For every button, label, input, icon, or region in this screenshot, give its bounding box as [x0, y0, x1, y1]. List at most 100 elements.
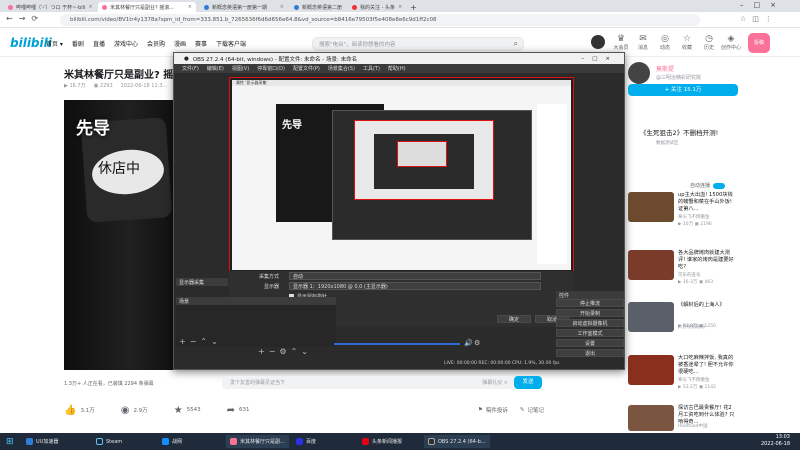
obs-menu-edit[interactable]: 编辑(E): [207, 65, 224, 72]
close-icon[interactable]: ×: [395, 4, 402, 10]
list-item[interactable]: 各大品牌烤肉就建大测评! 谁家的烤肉是建要好吃? 可乐的查号 ▶ 16.3万 ▣…: [628, 250, 736, 286]
capture-method-label: 采集方式: [259, 274, 280, 280]
window-controls[interactable]: –□×: [740, 1, 786, 9]
header-history[interactable]: ◷ 历史: [698, 34, 720, 51]
capture-method-select[interactable]: 自动: [289, 272, 541, 280]
obs-menu-file[interactable]: 文件(F): [182, 65, 199, 72]
display-select[interactable]: 显示器 1：1920x1080 @ 0,0 (主显示器): [289, 282, 541, 290]
nav-esports[interactable]: 赛事: [195, 39, 207, 48]
obs-menu-profile[interactable]: 配置文件(P): [293, 65, 320, 72]
list-item[interactable]: 探访古巴最贵餐厅! 花2月工资吃到什么体验? 只啃得奇... Hooftood中…: [628, 405, 736, 433]
header-favorite[interactable]: ☆ 收藏: [676, 34, 698, 51]
volume-icon[interactable]: 🔊: [464, 339, 473, 347]
list-item[interactable]: 大口吃麻辣拌饭, 我真的被香迷晕了! 胆不允许你很硬吃... 拳头飞不倒重鱼 ▶…: [628, 355, 736, 391]
note-button[interactable]: ✎ 记笔记: [520, 406, 544, 414]
header-message[interactable]: ✉ 消息: [632, 34, 654, 51]
studio-mode-button[interactable]: 工作室模式: [556, 329, 624, 337]
header-creator[interactable]: ◈ 创作中心: [720, 34, 742, 51]
taskbar-item[interactable]: 百度: [292, 435, 320, 448]
new-tab-button[interactable]: +: [406, 2, 418, 12]
taskbar-item[interactable]: Steam: [92, 435, 126, 448]
close-icon[interactable]: ×: [85, 4, 92, 10]
close-icon[interactable]: ×: [277, 4, 284, 10]
ok-button[interactable]: 确定: [497, 315, 531, 323]
favorite-icon: ★: [173, 404, 183, 416]
rec-thumbnail[interactable]: [628, 355, 674, 385]
browser-tab-active[interactable]: 米其林餐厅只是副业? 摇滚... ×: [98, 2, 196, 12]
nav-game[interactable]: 游戏中心: [114, 39, 138, 48]
report-icon: ⚑: [477, 407, 483, 413]
obs-window[interactable]: ● OBS 27.2.4 (64-bit, windows) - 配置文件: 未命…: [173, 52, 625, 370]
obs-window-controls[interactable]: –□×: [581, 56, 618, 62]
send-danmaku-button[interactable]: 发送: [514, 376, 542, 389]
taskbar-item[interactable]: 米其林餐厅只是副...: [226, 435, 289, 448]
taskbar-item[interactable]: 头条新闻播报: [358, 435, 406, 448]
taskbar-item[interactable]: UU加速器: [22, 435, 62, 448]
nav-mall[interactable]: 会员购: [147, 39, 165, 48]
upload-button[interactable]: 投稿: [748, 33, 770, 53]
virtual-camera-button[interactable]: 启动虚拟摄像机: [556, 319, 624, 327]
browser-tab[interactable]: 我的关注 - 头条 ×: [348, 2, 404, 12]
browser-tab[interactable]: 哔哩哔哩（'-'）つロ 干杯~-bili ×: [4, 2, 96, 12]
obs-menu-scenes[interactable]: 场景集合(S): [328, 65, 355, 72]
browser-tab[interactable]: 新概念英语第二册×: [290, 2, 346, 12]
system-clock[interactable]: 13:03 2022-06-18: [740, 434, 790, 448]
obs-menu-help[interactable]: 帮助(H): [388, 65, 406, 72]
rec-thumbnail[interactable]: [628, 250, 674, 280]
favorite-button[interactable]: ★ 5543: [174, 405, 201, 416]
sidebar-ad-title[interactable]: 《生死狙击2》不删档开测!: [640, 127, 740, 137]
start-record-button[interactable]: 开始录制: [556, 309, 624, 317]
list-item[interactable]: up主大出血! 1500块钱的螃蟹和菜在手山外饭! 证第八... 拳头飞不倒重鱼…: [628, 192, 736, 228]
nav-manga[interactable]: 漫画: [174, 39, 186, 48]
app-icon: [230, 438, 237, 445]
nav-anime[interactable]: 番剧: [72, 39, 84, 48]
autoplay-toggle[interactable]: [713, 182, 726, 189]
taskbar-item[interactable]: 战网: [158, 435, 186, 448]
url-field[interactable]: bilibili.com/video/BV1tr4y1378a?spm_id_f…: [60, 14, 700, 26]
stop-stream-button[interactable]: 停止推流: [556, 299, 624, 307]
header-dynamic[interactable]: ◎ 动态: [654, 34, 676, 51]
avatar[interactable]: [591, 35, 605, 49]
nav-home[interactable]: 首页 ▾: [46, 39, 63, 48]
nav-live[interactable]: 直播: [93, 39, 105, 48]
browser-tab[interactable]: 新概念英语第一册第一期 ×: [200, 2, 288, 12]
close-icon[interactable]: ×: [342, 4, 346, 10]
obs-menubar: 文件(F) 编辑(E) 视图(V) 停靠窗口(D) 配置文件(P) 场景集合(S…: [174, 64, 624, 73]
volume-meter[interactable]: [334, 343, 460, 345]
source-toolbar-icons[interactable]: +−⚙⌃⌄: [258, 347, 312, 356]
uploader-desc: @三明治精彩研究院: [656, 75, 702, 81]
nav-download[interactable]: 下载客户端: [216, 39, 246, 48]
list-item[interactable]: 《解封后的上海人》 大胖粉粉粉粉 ▶ 51.8万 ▣ 1250: [628, 302, 736, 338]
start-button[interactable]: ⊞: [2, 435, 18, 448]
rec-thumbnail[interactable]: [628, 192, 674, 222]
browser-menu-icons[interactable]: ☆◫⋮: [740, 15, 778, 23]
gear-icon[interactable]: ⚙: [474, 339, 480, 347]
autoplay-row[interactable]: 自动连播: [690, 182, 726, 189]
share-button[interactable]: ➦ 631: [227, 405, 250, 416]
obs-menu-tools[interactable]: 工具(T): [363, 65, 380, 72]
scene-toolbar-icons[interactable]: +−⌃⌄: [179, 337, 222, 346]
obs-menu-docks[interactable]: 停靠窗口(D): [257, 65, 285, 72]
like-button[interactable]: 👍 3.1万: [64, 405, 95, 416]
obs-preview[interactable]: 属性 '显示器采集' 先导: [229, 77, 574, 273]
search-icon[interactable]: ⌕: [514, 39, 518, 49]
uploader-avatar[interactable]: [628, 62, 650, 84]
header-vip[interactable]: ♛ 大会员: [610, 34, 632, 51]
coin-button[interactable]: ◉ 2.9万: [121, 405, 148, 416]
settings-button[interactable]: 设置: [556, 339, 624, 347]
close-icon[interactable]: ×: [185, 4, 192, 10]
exit-button[interactable]: 退出: [556, 349, 624, 357]
like-icon: 👍: [64, 404, 77, 416]
report-button[interactable]: ⚑ 稿件投诉: [478, 406, 508, 414]
rec-thumbnail[interactable]: [628, 405, 674, 431]
obs-menu-view[interactable]: 视图(V): [232, 65, 249, 72]
taskbar: ⊞ UU加速器 Steam 战网 米其林餐厅只是副... 百度 头条新闻播报 O…: [0, 433, 800, 450]
follow-button[interactable]: + 关注 15.1万: [628, 84, 738, 96]
uploader-name[interactable]: 莫斯提: [656, 64, 674, 73]
obs-titlebar[interactable]: ● OBS 27.2.4 (64-bit, windows) - 配置文件: 未命…: [174, 53, 624, 64]
danmaku-input[interactable]: 发个友善的弹幕见证当下 弹幕礼仪 >: [222, 376, 514, 389]
nav-arrows-icon[interactable]: ←→⟳: [6, 14, 44, 23]
taskbar-item[interactable]: OBS 27.2.4 (64-b...: [424, 435, 490, 448]
search-input[interactable]: 搜索"电台"，阅读你想看的内容 ⌕: [312, 37, 524, 51]
rec-thumbnail[interactable]: [628, 302, 674, 332]
